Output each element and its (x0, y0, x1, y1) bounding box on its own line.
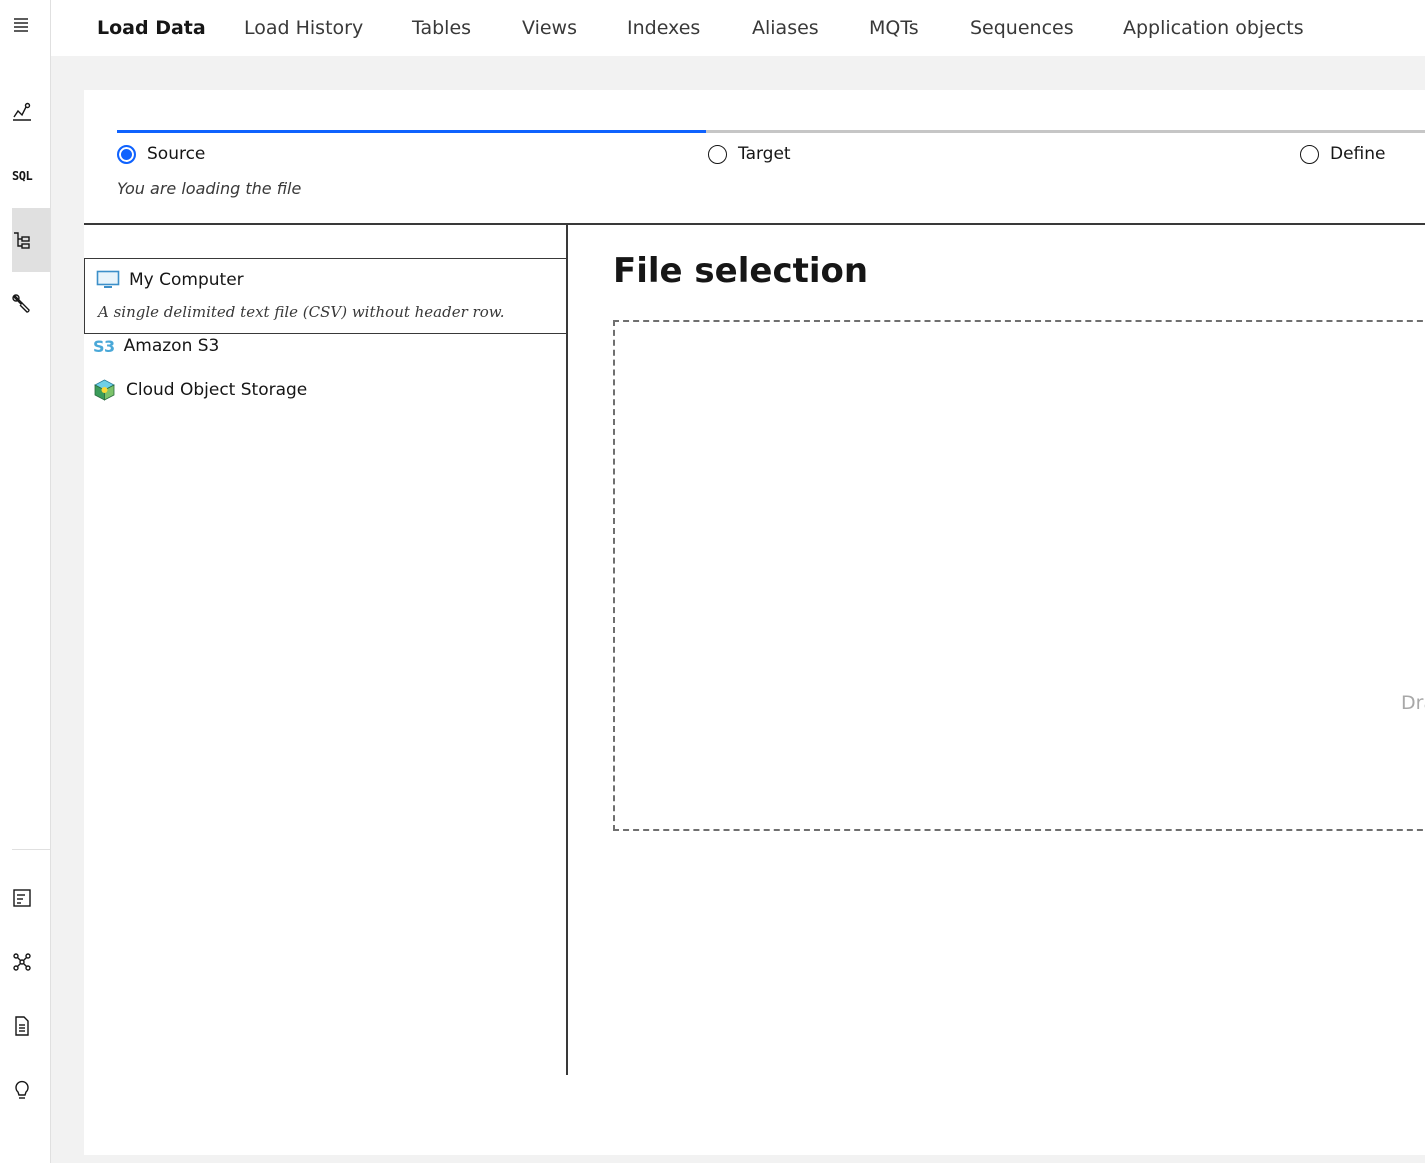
tab-indexes[interactable]: Indexes (627, 0, 700, 56)
wrench-icon (12, 294, 30, 313)
tips-button[interactable] (0, 1062, 50, 1118)
source-item-my-computer[interactable]: My Computer A single delimited text file… (84, 258, 568, 334)
step-target[interactable]: Target (708, 144, 791, 164)
network-icon (13, 953, 31, 971)
lightbulb-icon (15, 1080, 29, 1099)
step-incomplete-radio-icon (1300, 144, 1319, 164)
source-name: Cloud Object Storage (126, 380, 308, 400)
source-item-amazon-s3[interactable]: S3 Amazon S3 (84, 336, 568, 356)
drop-hint-text: Dra (1401, 692, 1425, 714)
s3-icon: S3 (93, 336, 115, 356)
document-icon (15, 1016, 29, 1036)
log-icon (13, 889, 31, 907)
monitor-chart-icon (13, 102, 31, 121)
step-define[interactable]: Define (1300, 144, 1386, 164)
network-button[interactable] (0, 934, 50, 990)
tab-load-data[interactable]: Load Data (97, 0, 206, 56)
left-rail: SQL (0, 0, 51, 1163)
admin-button[interactable] (0, 276, 50, 332)
step-source[interactable]: Source (117, 144, 205, 164)
source-list: My Computer A single delimited text file… (84, 225, 568, 1075)
sql-icon: SQL (12, 169, 33, 183)
tab-tables[interactable]: Tables (412, 0, 471, 56)
step-label: Define (1330, 144, 1386, 164)
tab-aliases[interactable]: Aliases (752, 0, 819, 56)
data-button[interactable] (12, 208, 50, 272)
step-label: Source (147, 144, 206, 164)
file-drop-zone[interactable]: Dra (613, 320, 1425, 831)
source-name: Amazon S3 (123, 336, 220, 356)
tab-mqts[interactable]: MQTs (869, 0, 919, 56)
source-item-cloud-object-storage[interactable]: Cloud Object Storage (84, 378, 568, 402)
document-button[interactable] (0, 998, 50, 1054)
monitor-button[interactable] (0, 84, 50, 140)
progress-fill (117, 130, 706, 133)
log-button[interactable] (0, 870, 50, 926)
tab-sequences[interactable]: Sequences (970, 0, 1074, 56)
sql-button[interactable]: SQL (0, 148, 50, 204)
step-label: Target (738, 144, 791, 164)
tab-views[interactable]: Views (522, 0, 577, 56)
tab-application-objects[interactable]: Application objects (1123, 0, 1304, 56)
menu-button[interactable] (0, 0, 50, 50)
computer-icon (96, 270, 120, 288)
cloud-object-storage-icon (94, 379, 115, 401)
source-description: A single delimited text file (CSV) witho… (98, 303, 505, 321)
tab-load-history[interactable]: Load History (244, 0, 363, 56)
load-data-card: Source Target Define You are loading the… (84, 90, 1425, 1155)
rail-separator (12, 849, 50, 850)
file-selection-title: File selection (613, 251, 869, 291)
data-tree-icon (14, 232, 30, 249)
top-tab-bar: Load Data Load History Tables Views Inde… (51, 0, 1425, 56)
menu-icon (14, 18, 28, 32)
step-current-radio-icon (117, 144, 136, 164)
step-incomplete-radio-icon (708, 144, 727, 164)
source-name: My Computer (129, 270, 244, 290)
step-description: You are loading the file (117, 179, 302, 198)
